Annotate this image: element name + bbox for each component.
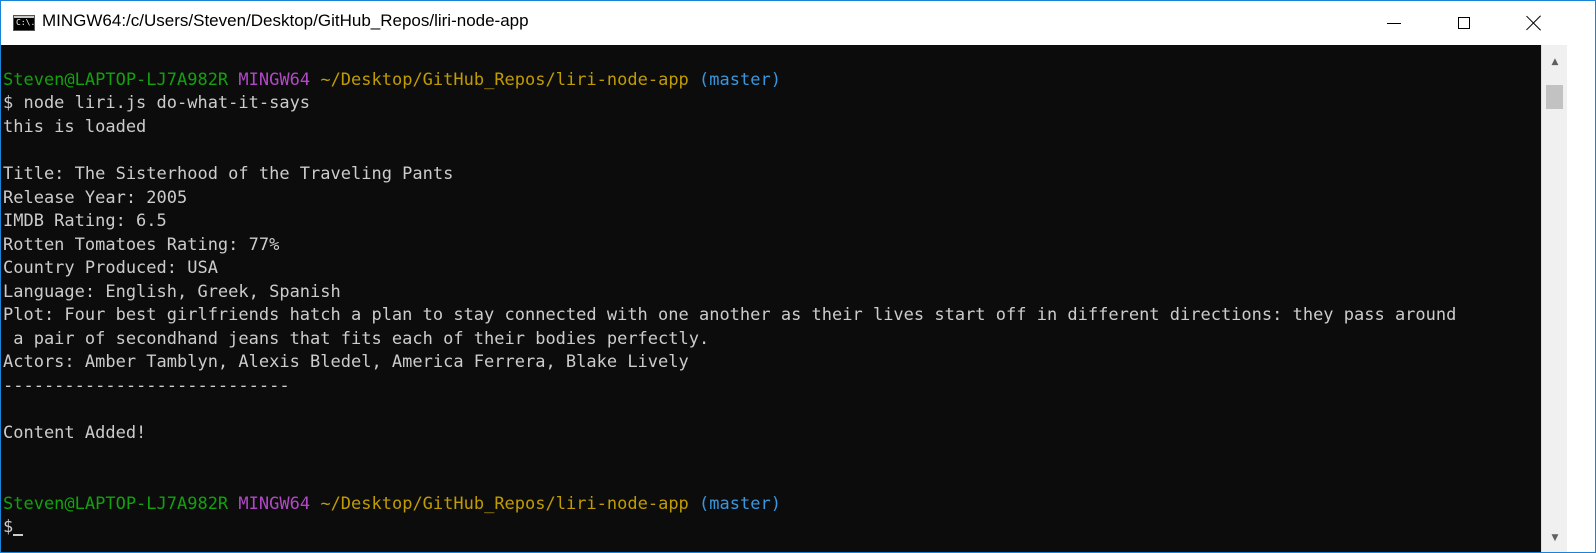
input-prompt: $: [3, 517, 14, 537]
output-divider: ----------------------------: [3, 376, 290, 396]
output-plot-line-1: Plot: Four best girlfriends hatch a plan…: [3, 305, 1457, 325]
scroll-up-icon[interactable]: ▲: [1542, 49, 1568, 75]
output-imdb-rating: IMDB Rating: 6.5: [3, 211, 167, 231]
output-content-added: Content Added!: [3, 423, 147, 443]
maximize-button[interactable]: [1429, 1, 1499, 45]
output-language: Language: English, Greek, Spanish: [3, 282, 341, 302]
prompt-user: Steven@LAPTOP-LJ7A982R: [3, 494, 229, 514]
prompt-env: MINGW64: [238, 70, 311, 90]
output-plot-line-2: a pair of secondhand jeans that fits eac…: [3, 329, 710, 349]
prompt-branch: (master): [699, 494, 781, 514]
input-line[interactable]: $: [3, 516, 24, 539]
output-actors: Actors: Amber Tamblyn, Alexis Bledel, Am…: [3, 352, 689, 372]
vertical-scrollbar[interactable]: ▲ ▼: [1541, 45, 1567, 552]
window-edge: [1567, 45, 1595, 552]
title-bar[interactable]: C:\. MINGW64:/c/Users/Steven/Desktop/Git…: [1, 1, 1595, 45]
minimize-icon: [1387, 22, 1401, 24]
output-rotten-rating: Rotten Tomatoes Rating: 77%: [3, 235, 280, 255]
close-button[interactable]: [1499, 1, 1569, 45]
console-icon[interactable]: C:\.: [13, 15, 35, 31]
output-line: this is loaded: [3, 117, 147, 137]
maximize-icon: [1458, 17, 1470, 29]
window-title: MINGW64:/c/Users/Steven/Desktop/GitHub_R…: [42, 11, 529, 30]
prompt-line: Steven@LAPTOP-LJ7A982R MINGW64 ~/Desktop…: [3, 493, 781, 516]
prompt-path: ~/Desktop/GitHub_Repos/liri-node-app: [320, 494, 689, 514]
output-title: Title: The Sisterhood of the Traveling P…: [3, 164, 454, 184]
output-release-year: Release Year: 2005: [3, 188, 188, 208]
terminal-output[interactable]: Steven@LAPTOP-LJ7A982R MINGW64 ~/Desktop…: [1, 45, 1541, 552]
scroll-down-icon[interactable]: ▼: [1542, 525, 1568, 551]
text-cursor: [13, 534, 24, 536]
scroll-thumb[interactable]: [1546, 85, 1563, 109]
prompt-env: MINGW64: [238, 494, 311, 514]
minimize-button[interactable]: [1359, 1, 1429, 45]
close-icon: [1526, 15, 1542, 31]
prompt-branch: (master): [699, 70, 781, 90]
command-line: $ node liri.js do-what-it-says: [3, 93, 311, 113]
prompt-line: Steven@LAPTOP-LJ7A982R MINGW64 ~/Desktop…: [3, 69, 781, 92]
prompt-user: Steven@LAPTOP-LJ7A982R: [3, 70, 229, 90]
prompt-path: ~/Desktop/GitHub_Repos/liri-node-app: [320, 70, 689, 90]
output-country: Country Produced: USA: [3, 258, 218, 278]
console-icon-text: C:\.: [16, 18, 36, 27]
terminal-window: C:\. MINGW64:/c/Users/Steven/Desktop/Git…: [0, 0, 1596, 553]
